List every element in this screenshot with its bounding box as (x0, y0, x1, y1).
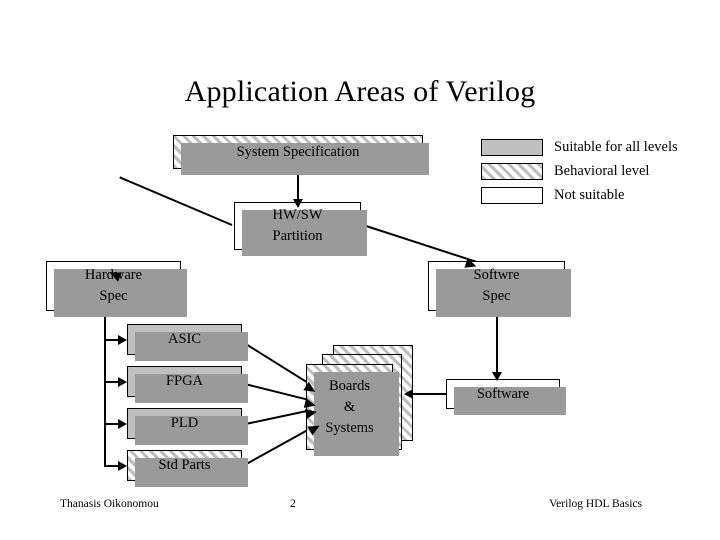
edge-software-spec-to-software (496, 312, 498, 376)
node-label-software-spec-line2: Spec (482, 288, 511, 304)
edge-software-to-boards (410, 393, 448, 395)
legend-item-not-suitable: Not suitable (481, 185, 716, 206)
node-system-specification[interactable]: System Specification (173, 135, 429, 175)
edge-std-parts-to-boards (240, 425, 315, 468)
node-label-asic: ASIC (167, 331, 202, 347)
node-label-std-parts: Std Parts (158, 457, 211, 473)
node-label-fpga: FPGA (165, 373, 204, 389)
node-pld[interactable]: PLD (127, 408, 248, 445)
node-boards-systems[interactable]: Boards & Systems (306, 364, 399, 456)
node-hw-sw-partition[interactable]: HW/SW Partition (234, 202, 367, 256)
white-swatch-icon (481, 187, 543, 204)
arrowhead-asic-icon (118, 335, 127, 345)
slide-canvas: Application Areas of Verilog Suitable fo… (0, 0, 720, 540)
arrowhead-fpga-icon (118, 377, 127, 387)
node-label-boards-systems-line2: & (343, 398, 356, 415)
solid-gray-swatch-icon (481, 139, 543, 156)
legend-item-behavioral: Behavioral level (481, 161, 716, 182)
legend-label-behavioral: Behavioral level (554, 163, 650, 179)
edge-asic-to-boards (240, 340, 308, 384)
edge-partition-to-software-spec (362, 224, 478, 264)
node-label-hw-sw-partition-line2: Partition (272, 228, 323, 244)
node-label-software: Software (476, 385, 530, 402)
footer: Thanasis Oikonomou 2 Verilog HDL Basics (0, 496, 720, 516)
node-label-software-spec-line1: Softwre (473, 267, 520, 283)
node-software[interactable]: Software (446, 379, 566, 415)
arrowhead-software-to-boards-icon (404, 389, 413, 399)
legend-label-not-suitable: Not suitable (554, 187, 625, 203)
edge-partition-to-hardware (119, 176, 233, 226)
footer-page-number: 2 (290, 498, 296, 510)
node-label-boards-systems-line3: Systems (325, 419, 374, 436)
arrowhead-pld-icon (118, 419, 127, 429)
node-std-parts[interactable]: Std Parts (127, 450, 248, 487)
node-software-spec[interactable]: Softwre Spec (428, 261, 571, 317)
node-fpga[interactable]: FPGA (127, 366, 248, 403)
node-label-hardware-spec-line2: Spec (99, 288, 128, 304)
arrowhead-software-icon (492, 372, 502, 381)
edge-hardware-trunk (104, 312, 106, 466)
node-label-hw-sw-partition-line1: HW/SW (272, 207, 323, 223)
arrowhead-std-parts-icon (118, 461, 127, 471)
hatched-swatch-icon (481, 163, 543, 180)
legend-label-suitable: Suitable for all levels (554, 139, 678, 155)
legend: Suitable for all levels Behavioral level… (481, 137, 716, 209)
legend-item-suitable: Suitable for all levels (481, 137, 716, 158)
arrowhead-spec-to-partition-icon (293, 199, 303, 208)
footer-author: Thanasis Oikonomou (60, 498, 159, 510)
edge-fpga-to-boards (240, 382, 312, 402)
edge-pld-to-boards (240, 408, 314, 426)
node-asic[interactable]: ASIC (127, 324, 248, 361)
node-label-boards-systems-line1: Boards (328, 377, 371, 394)
footer-topic: Verilog HDL Basics (549, 498, 642, 510)
page-title: Application Areas of Verilog (184, 75, 536, 108)
node-label-pld: PLD (170, 415, 199, 431)
node-label-system-specification: System Specification (236, 143, 360, 160)
